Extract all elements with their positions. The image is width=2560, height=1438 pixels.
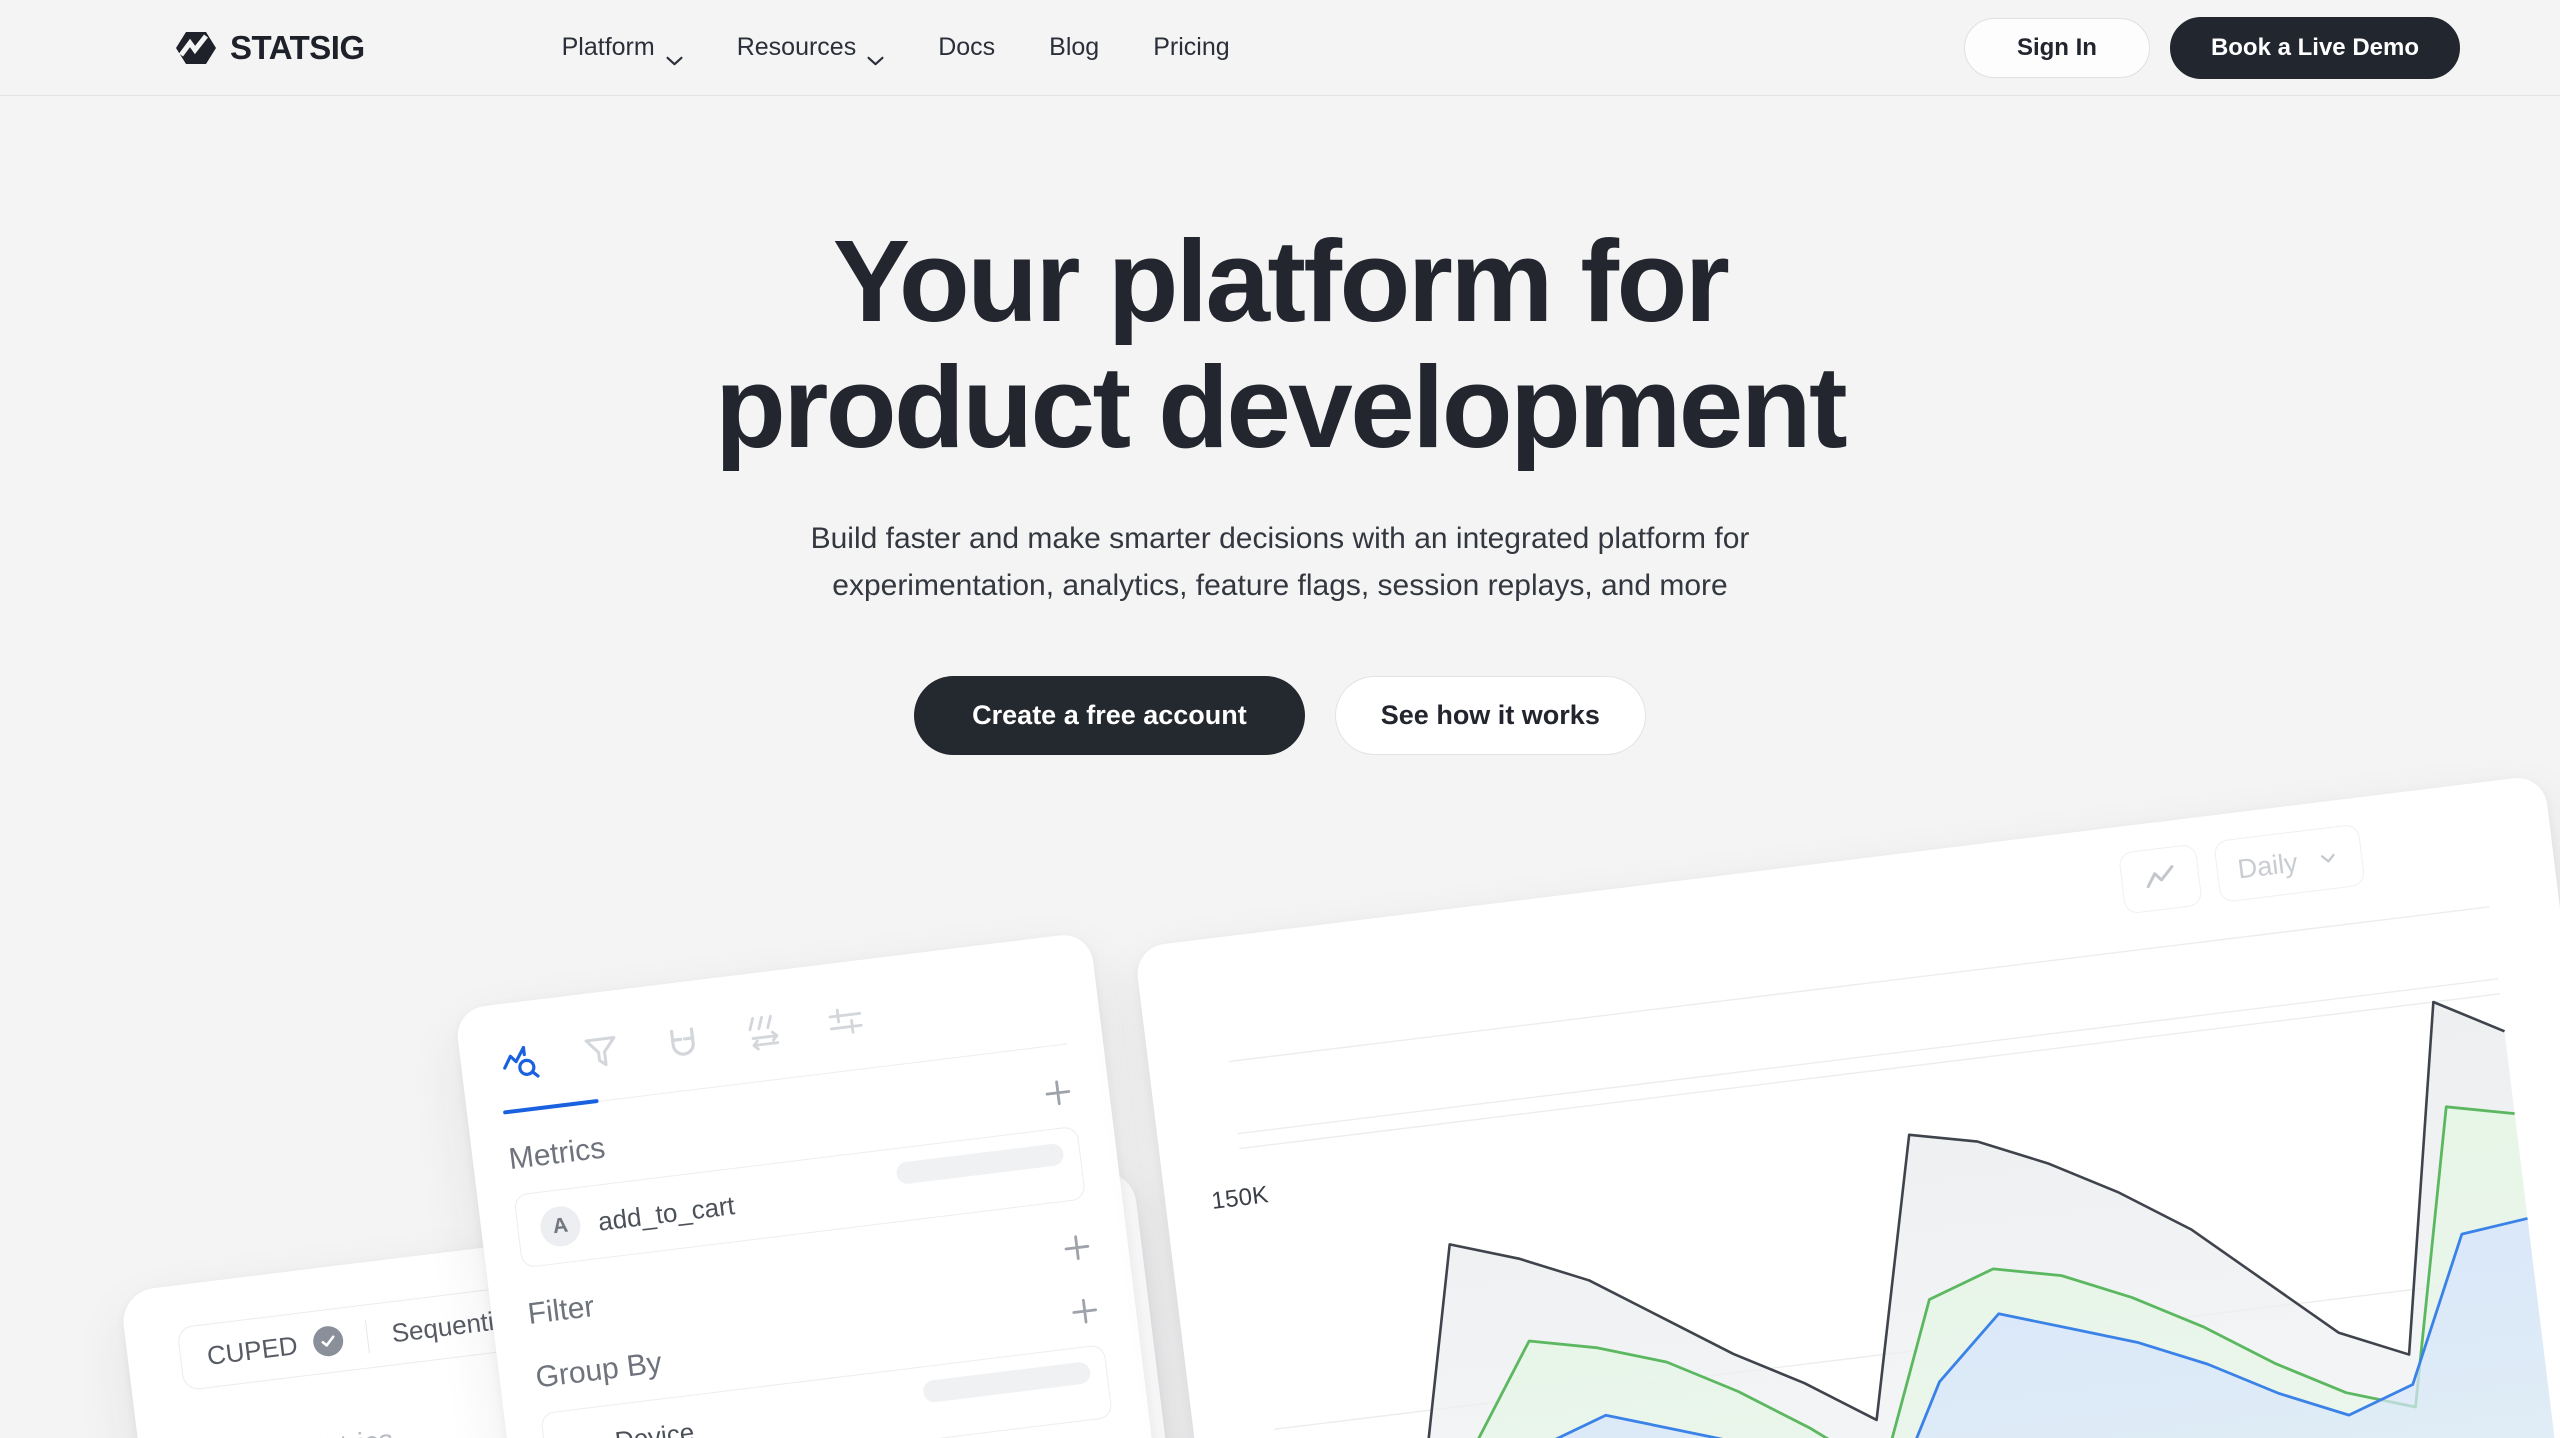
page-title: Your platform for product development — [0, 218, 2560, 471]
nav-item-label: Platform — [561, 33, 655, 61]
line-chart-icon — [2146, 865, 2174, 889]
interval-dropdown[interactable]: Daily — [2213, 823, 2366, 903]
explore-tool-tabs — [494, 970, 1063, 1083]
chevron-down-icon — [2320, 853, 2335, 863]
hero-subtitle-line-1: Build faster and make smarter decisions … — [810, 521, 1750, 555]
statsig-hexagon-logo-icon — [176, 28, 216, 68]
primary-metrics-label: Primary Metrics — [191, 1424, 395, 1438]
active-tab-underline — [502, 1098, 599, 1115]
nav-item-label: Pricing — [1153, 33, 1230, 61]
distribution-icon[interactable] — [824, 1000, 866, 1042]
chart-type-button[interactable] — [2117, 843, 2203, 915]
hero-cta-group: Create a free account See how it works — [0, 675, 2560, 755]
chip-placeholder-bar — [922, 1361, 1092, 1404]
add-filter-button[interactable] — [1060, 1231, 1093, 1264]
retention-magnet-icon[interactable] — [662, 1020, 704, 1062]
funnel-icon[interactable] — [580, 1030, 622, 1072]
hero-title-line-1: Your platform for — [832, 216, 1730, 346]
nav-item-label: Blog — [1049, 33, 1100, 61]
nav-item-label: Docs — [938, 33, 996, 61]
divider — [364, 1319, 370, 1354]
header-actions: Sign In Book a Live Demo — [1963, 16, 2460, 79]
nav-item-resources[interactable]: Resources — [710, 23, 912, 72]
device-folder-icon — [566, 1429, 599, 1438]
main-nav: Platform Resources Docs Blog Pricing — [535, 23, 1257, 72]
create-free-account-button[interactable]: Create a free account — [914, 675, 1305, 755]
metrics-section-title: Metrics — [506, 1131, 607, 1177]
interval-label: Daily — [2235, 846, 2300, 884]
group-by-chip-label: Device — [613, 1416, 696, 1438]
explore-query-card: Metrics A add_to_cart Filter Group By De… — [454, 931, 1180, 1438]
hero-section: Your platform for product development Bu… — [0, 96, 2560, 755]
hero-subtitle: Build faster and make smarter decisions … — [0, 515, 2560, 610]
filter-section-title: Filter — [525, 1290, 597, 1331]
cuped-label: CUPED — [205, 1329, 300, 1371]
add-group-by-button[interactable] — [1068, 1294, 1101, 1327]
check-icon — [311, 1324, 345, 1358]
hero-subtitle-line-2: experimentation, analytics, feature flag… — [832, 569, 1728, 603]
sign-in-button[interactable]: Sign In — [1963, 17, 2150, 78]
chevron-down-icon — [666, 44, 683, 65]
site-header: STATSIG Platform Resources Docs Blog Pri… — [0, 0, 2560, 96]
cuped-toggle[interactable]: CUPED — [205, 1324, 345, 1371]
nav-item-blog[interactable]: Blog — [1022, 23, 1126, 72]
brand-name: STATSIG — [230, 28, 365, 66]
group-by-section-title: Group By — [533, 1346, 664, 1395]
brand-logo[interactable]: STATSIG — [176, 28, 365, 68]
nav-item-docs[interactable]: Docs — [911, 23, 1022, 72]
nav-item-label: Resources — [736, 33, 857, 61]
nav-item-platform[interactable]: Platform — [535, 23, 710, 72]
book-demo-button[interactable]: Book a Live Demo — [2169, 16, 2460, 79]
hero-title-line-2: product development — [714, 342, 1848, 473]
chart-panel-card: Daily 150K 75K 10-19 — [1134, 774, 2560, 1438]
nav-item-pricing[interactable]: Pricing — [1126, 23, 1256, 72]
add-metric-button[interactable] — [1041, 1076, 1074, 1109]
metric-explorer-icon[interactable] — [499, 1040, 541, 1082]
chip-placeholder-bar — [895, 1142, 1065, 1185]
metric-chip-label: add_to_cart — [596, 1189, 737, 1237]
chevron-down-icon — [867, 44, 884, 65]
conversion-arrows-icon[interactable] — [743, 1010, 785, 1052]
see-how-it-works-button[interactable]: See how it works — [1334, 675, 1646, 755]
event-badge: A — [538, 1204, 583, 1249]
